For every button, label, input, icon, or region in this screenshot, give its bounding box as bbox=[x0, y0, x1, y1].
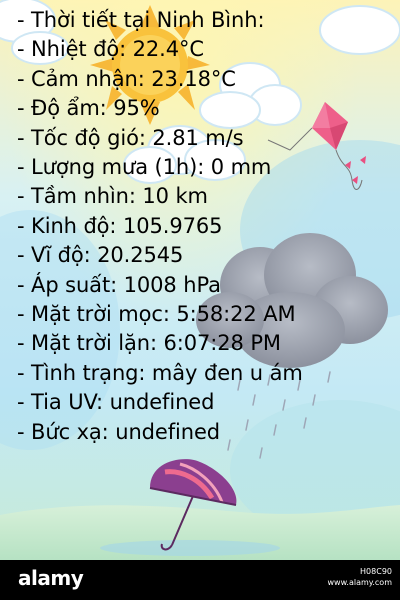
image-site: www.alamy.com bbox=[327, 578, 392, 587]
alamy-logo: alamy bbox=[18, 566, 84, 590]
weather-latitude: - Vĩ độ: 20.2545 bbox=[17, 243, 184, 268]
image-id: H08C90 bbox=[360, 567, 392, 576]
weather-location: - Thời tiết tại Ninh Bình: bbox=[17, 8, 265, 32]
weather-temperature: - Nhiệt độ: 22.4°C bbox=[17, 37, 204, 62]
weather-rainfall: - Lượng mưa (1h): 0 mm bbox=[17, 155, 272, 180]
weather-wind-speed: - Tốc độ gió: 2.81 m/s bbox=[17, 125, 244, 150]
stock-footer-bar: alamy H08C90 www.alamy.com bbox=[0, 560, 400, 600]
weather-visibility: - Tầm nhìn: 10 km bbox=[17, 184, 208, 209]
weather-sunset: - Mặt trời lặn: 6:07:28 PM bbox=[17, 331, 281, 356]
weather-radiation: - Bức xạ: undefined bbox=[17, 419, 220, 444]
weather-uv-index: - Tia UV: undefined bbox=[17, 390, 215, 415]
weather-info-list: - Thời tiết tại Ninh Bình: - Nhiệt độ: 2… bbox=[17, 6, 397, 447]
weather-humidity: - Độ ẩm: 95% bbox=[17, 96, 160, 121]
weather-sunrise: - Mặt trời mọc: 5:58:22 AM bbox=[17, 302, 296, 327]
weather-feels-like: - Cảm nhận: 23.18°C bbox=[17, 66, 236, 91]
weather-card: - Thời tiết tại Ninh Bình: - Nhiệt độ: 2… bbox=[0, 0, 400, 600]
weather-condition: - Tình trạng: mây đen u ám bbox=[17, 360, 303, 385]
weather-pressure: - Áp suất: 1008 hPa bbox=[17, 272, 221, 297]
image-id-block: H08C90 www.alamy.com bbox=[328, 566, 392, 588]
weather-longitude: - Kinh độ: 105.9765 bbox=[17, 213, 223, 238]
